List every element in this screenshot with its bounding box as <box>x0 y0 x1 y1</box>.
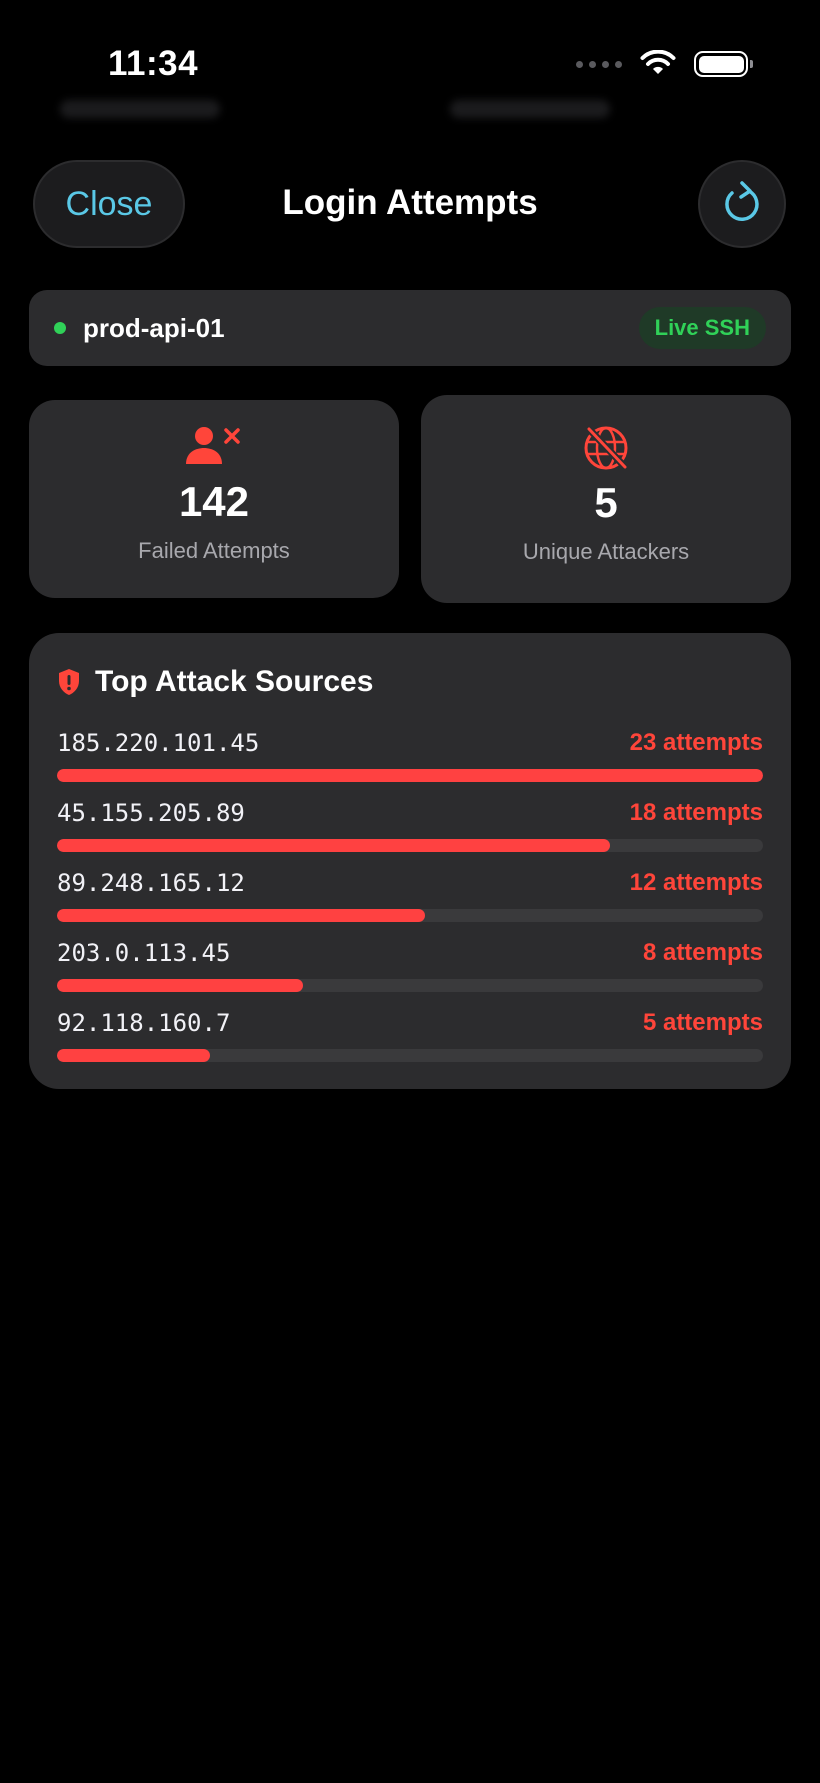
attempts-bar-fill <box>57 1049 211 1062</box>
attempts-bar-fill <box>57 909 426 922</box>
source-attempts: 12 attempts <box>629 869 763 896</box>
attempts-bar-fill <box>57 839 610 852</box>
attempts-bar-track <box>57 839 763 852</box>
battery-icon <box>694 51 753 77</box>
unique-attackers-card: 5 Unique Attackers <box>421 395 791 603</box>
live-ssh-badge: Live SSH <box>638 307 766 349</box>
wifi-icon <box>640 50 676 74</box>
failed-attempts-label: Failed Attempts <box>138 538 290 563</box>
top-attack-sources-card: Top Attack Sources 185.220.101.45 23 att… <box>29 633 791 1089</box>
attack-source-row: 92.118.160.7 5 attempts <box>57 1009 763 1062</box>
online-status-dot <box>54 322 66 334</box>
attack-source-row: 185.220.101.45 23 attempts <box>57 729 763 782</box>
server-card: prod-api-01 Live SSH <box>29 290 791 366</box>
cellular-signal-icon <box>576 60 622 68</box>
failed-attempts-value: 142 <box>178 478 250 525</box>
page-title: Login Attempts <box>282 183 538 222</box>
unique-attackers-label: Unique Attackers <box>522 539 690 564</box>
attack-source-row: 89.248.165.12 12 attempts <box>57 869 763 922</box>
server-name: prod-api-01 <box>83 312 225 343</box>
attempts-bar-track <box>57 1049 763 1062</box>
source-ip: 203.0.113.45 <box>57 939 231 967</box>
status-time: 11:34 <box>108 44 199 83</box>
unique-attackers-value: 5 <box>594 479 618 526</box>
globe-slash-icon <box>584 426 628 470</box>
blurred-background <box>450 100 610 118</box>
status-bar: 11:34 <box>0 0 820 130</box>
attack-source-row: 45.155.205.89 18 attempts <box>57 799 763 852</box>
source-attempts: 23 attempts <box>629 729 763 756</box>
refresh-button[interactable] <box>698 160 786 248</box>
person-xmark-icon <box>186 427 240 464</box>
source-attempts: 8 attempts <box>642 939 763 966</box>
shield-exclamation-icon <box>59 669 79 695</box>
source-ip: 89.248.165.12 <box>57 869 245 897</box>
status-icons <box>576 50 753 78</box>
source-attempts: 18 attempts <box>629 799 763 826</box>
attack-source-row: 203.0.113.45 8 attempts <box>57 939 763 992</box>
blurred-background <box>60 100 220 118</box>
attempts-bar-track <box>57 769 763 782</box>
source-ip: 45.155.205.89 <box>57 799 245 827</box>
sources-title: Top Attack Sources <box>95 665 374 698</box>
attempts-bar-track <box>57 979 763 992</box>
login-attempts-screen: 11:34 Close Login Attempts prod-api-01 L… <box>0 0 820 1783</box>
source-ip: 92.118.160.7 <box>57 1009 231 1037</box>
source-ip: 185.220.101.45 <box>57 729 260 757</box>
refresh-icon <box>725 181 759 221</box>
source-attempts: 5 attempts <box>642 1009 763 1036</box>
attempts-bar-fill <box>57 769 763 782</box>
attempts-bar-fill <box>57 979 303 992</box>
sources-header: Top Attack Sources <box>57 665 373 699</box>
failed-attempts-card: 142 Failed Attempts <box>29 400 399 598</box>
attempts-bar-track <box>57 909 763 922</box>
